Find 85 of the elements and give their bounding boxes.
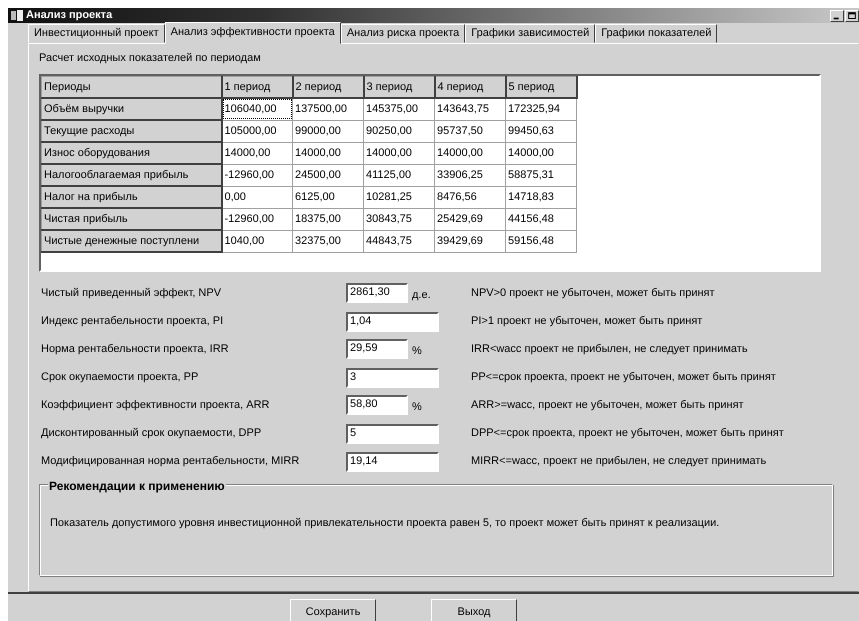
row-header: Износ оборудования xyxy=(42,142,222,164)
action-button[interactable]: Выход xyxy=(431,599,517,621)
row-header: Текущие расходы xyxy=(42,120,222,142)
action-button[interactable]: Сохранить xyxy=(290,599,376,621)
tab[interactable]: Графики показателей xyxy=(595,24,718,43)
minimize-icon[interactable] xyxy=(830,10,844,22)
table-cell: 106040,00 xyxy=(222,98,292,120)
tab[interactable]: Анализ риска проекта xyxy=(340,24,466,43)
table-cell: 14718,83 xyxy=(506,186,576,208)
table-cell: 8476,56 xyxy=(434,186,506,208)
row-header: Чистые денежные поступлени xyxy=(42,230,222,252)
table-cell: 44843,75 xyxy=(364,230,434,252)
unit-label: д.е. xyxy=(412,288,431,304)
metric-label: Коэффициент эффективности проекта, ARR xyxy=(40,398,270,414)
table-cell: 14000,00 xyxy=(506,142,576,164)
recommendation-text: Показатель допустимого уровня инвестиционной привлекательности проекта равен 5, то проект может быть принят к реализации. xyxy=(50,516,720,528)
table-cell: 145375,00 xyxy=(364,98,434,120)
value-field[interactable]: 29,59 xyxy=(346,339,408,360)
table-cell: 59156,48 xyxy=(506,230,576,252)
value-field[interactable]: 1,04 xyxy=(346,312,439,332)
table-cell: 30843,75 xyxy=(364,208,434,230)
value-field[interactable]: 58,80 xyxy=(346,395,408,416)
table-cell: 14000,00 xyxy=(434,142,506,164)
table-cell: 1040,00 xyxy=(222,230,292,252)
column-header: 1 период xyxy=(222,76,292,98)
row-header: Налог на прибыль xyxy=(42,186,222,208)
metric-note: ARR>=wacc, проект не убыточен, может быть принят xyxy=(471,398,744,414)
row-header: Чистая прибыль xyxy=(42,208,222,230)
column-header: 2 период xyxy=(292,76,364,98)
table-cell: 10281,25 xyxy=(364,186,434,208)
maximize-icon[interactable] xyxy=(845,10,859,22)
table-cell: 18375,00 xyxy=(292,208,364,230)
table-cell: 14000,00 xyxy=(292,142,364,164)
table-cell: 137500,00 xyxy=(292,98,364,120)
value-field[interactable]: 3 xyxy=(346,368,439,388)
tab[interactable]: Анализ эффективности проекта xyxy=(164,22,341,44)
column-header: 4 период xyxy=(434,76,506,98)
metric-note: PI>1 проект не убыточен, может быть принят xyxy=(471,314,702,330)
window-title: Анализ проекта xyxy=(26,8,112,24)
metric-label: Норма рентабельности проекта, IRR xyxy=(40,342,230,358)
metric-label: Срок окупаемости проекта, PP xyxy=(40,370,200,386)
table-cell: 44156,48 xyxy=(506,208,576,230)
tab[interactable]: Графики зависимостей xyxy=(465,24,596,43)
table-cell: 95737,50 xyxy=(434,120,506,142)
app-icon xyxy=(11,10,23,21)
column-header: Периоды xyxy=(42,76,222,98)
row-header: Налогооблагаемая прибыль xyxy=(42,164,222,186)
unit-label: % xyxy=(412,400,422,416)
table-cell: 99450,63 xyxy=(506,120,576,142)
table-cell: 33906,25 xyxy=(434,164,506,186)
table-cell: 90250,00 xyxy=(364,120,434,142)
table-cell: 39429,69 xyxy=(434,230,506,252)
table-cell: 99000,00 xyxy=(292,120,364,142)
value-field[interactable]: 5 xyxy=(346,424,439,444)
table-cell: -12960,00 xyxy=(222,208,292,230)
metric-label: Дисконтированный срок окупаемости, DPP xyxy=(40,426,262,442)
metric-label: Индекс рентабельности проекта, PI xyxy=(40,314,224,330)
section-title: Расчет исходных показателей по периодам xyxy=(39,51,262,66)
metric-label: Чистый приведенный эффект, NPV xyxy=(40,286,222,302)
table-cell: -12960,00 xyxy=(222,164,292,186)
metric-note: PP<=срок проекта, проект не убыточен, может быть принят xyxy=(471,370,776,386)
metric-note: IRR<wacc проект не прибылен, не следует принимать xyxy=(471,342,748,358)
table-cell: 6125,00 xyxy=(292,186,364,208)
metric-note: NPV>0 проект не убыточен, может быть принят xyxy=(471,286,715,302)
value-field[interactable]: 2861,30 xyxy=(346,283,408,304)
table-cell: 58875,31 xyxy=(506,164,576,186)
table-cell: 41125,00 xyxy=(364,164,434,186)
metric-note: DPP<=срок проекта, проект не убыточен, может быть принят xyxy=(471,426,784,442)
tab[interactable]: Инвестиционный проект xyxy=(28,24,165,43)
metric-label: Модифицированная норма рентабельности, MIRR xyxy=(40,454,300,470)
table-cell: 14000,00 xyxy=(364,142,434,164)
metric-note: MIRR<=wacc, проект не прибылен, не следует принимать xyxy=(471,454,766,470)
table-cell: 24500,00 xyxy=(292,164,364,186)
column-header: 3 период xyxy=(364,76,434,98)
table-cell: 143643,75 xyxy=(434,98,506,120)
table-cell: 0,00 xyxy=(222,186,292,208)
table-cell: 14000,00 xyxy=(222,142,292,164)
value-field[interactable]: 19,14 xyxy=(346,452,439,472)
table-cell: 172325,94 xyxy=(506,98,576,120)
unit-label: % xyxy=(412,344,422,360)
column-header: 5 период xyxy=(506,76,576,98)
table-cell: 32375,00 xyxy=(292,230,364,252)
table-cell: 25429,69 xyxy=(434,208,506,230)
row-header: Объём выручки xyxy=(42,98,222,120)
table-cell: 105000,00 xyxy=(222,120,292,142)
